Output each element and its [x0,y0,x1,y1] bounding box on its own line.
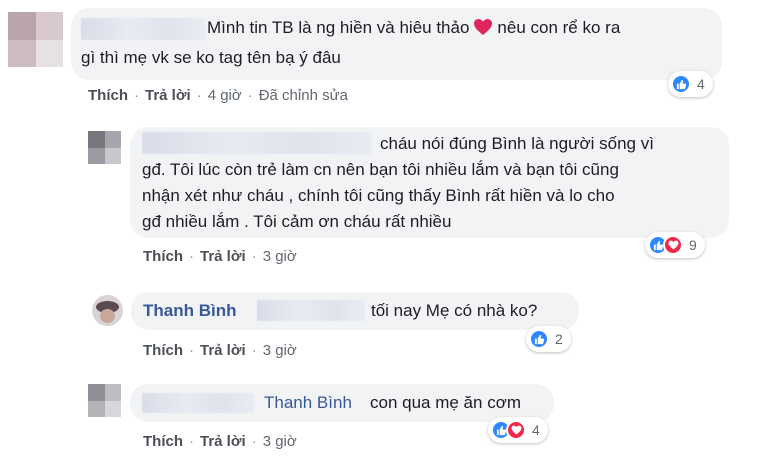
reply-button[interactable]: Trả lời [200,433,246,450]
comment-text: gì thì mẹ vk se ko tag tên bạ ý đâu [81,48,341,67]
comment-actions: Thích · Trả lời · 4 giờ · Đã chỉnh sửa [88,87,348,104]
reply-button[interactable]: Trả lời [200,342,246,359]
reaction-count: 9 [689,237,697,253]
comment-text: nêu con rể ko ra [497,18,621,37]
comment-text: nhận xét như cháu , chính tôi cũng thấy … [142,186,615,205]
commenter-avatar[interactable] [8,12,63,67]
like-button[interactable]: Thích [88,87,128,104]
like-icon [529,329,549,349]
commenter-avatar[interactable] [88,131,121,164]
comment-bubble: cháu nói đúng Bình là người sống vì gđ. … [130,127,729,238]
reaction-count: 4 [697,76,705,92]
comment-bubble: Mình tin TB là ng hiền và hiêu thảo nêu c… [71,8,722,80]
blurred-tag [257,300,365,321]
author-name[interactable]: Thanh Bình [143,299,236,323]
reply-button[interactable]: Trả lời [200,248,246,265]
comment-text: gđ nhiều lắm . Tôi cảm ơn cháu rất nhiều [142,212,452,231]
blurred-author-name [142,132,372,154]
heart-emoji-icon [473,18,493,43]
like-button[interactable]: Thích [143,248,183,265]
comment-bubble: Thanh Bình tối nay Mẹ có nhà ko? [131,292,579,330]
reaction-summary[interactable]: 2 [526,326,571,352]
timestamp[interactable]: 3 giờ [263,433,297,450]
reaction-summary[interactable]: 4 [488,417,548,443]
like-button[interactable]: Thích [143,433,183,450]
reply-button[interactable]: Trả lời [145,87,191,104]
reaction-summary[interactable]: 9 [645,232,705,258]
blurred-author-name [142,393,254,413]
reaction-summary[interactable]: 4 [668,71,713,97]
comment-bubble: Thanh Bình con qua mẹ ăn cơm [130,384,554,422]
love-icon [663,235,683,255]
commenter-avatar[interactable] [92,295,123,326]
reaction-count: 4 [532,422,540,438]
edited-label[interactable]: Đã chỉnh sửa [259,87,348,104]
comment-text: con qua mẹ ăn cơm [370,393,521,412]
tagged-name[interactable]: Thanh Bình [264,391,352,415]
comment-text: gđ. Tôi lúc còn trẻ làm cn nên bạn tôi n… [142,160,619,179]
timestamp[interactable]: 4 giờ [208,87,242,104]
timestamp[interactable]: 3 giờ [263,248,297,265]
comment-text: Mình tin TB là ng hiền và hiêu thảo [207,18,470,37]
like-button[interactable]: Thích [143,342,183,359]
blurred-author-name [81,18,205,40]
comment-actions: Thích · Trả lời · 3 giờ [143,342,297,359]
comment-actions: Thích · Trả lời · 3 giờ [143,433,297,450]
reaction-count: 2 [555,331,563,347]
commenter-avatar[interactable] [88,384,121,417]
comment-text: tối nay Mẹ có nhà ko? [371,301,538,320]
comment-text: cháu nói đúng Bình là người sống vì [380,134,654,153]
timestamp[interactable]: 3 giờ [263,342,297,359]
like-icon [671,74,691,94]
comment-actions: Thích · Trả lời · 3 giờ [143,248,297,265]
love-icon [506,420,526,440]
